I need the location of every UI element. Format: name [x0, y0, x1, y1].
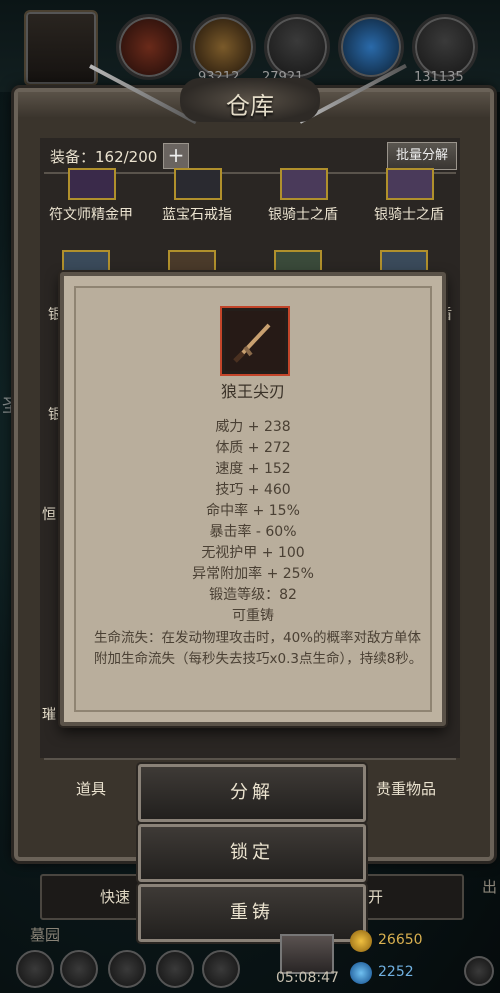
gold-amount: 26650 — [378, 932, 423, 948]
gold-coin-icon — [350, 930, 372, 952]
character-tab-icon[interactable] — [24, 10, 98, 86]
lock-button[interactable]: 锁定 — [138, 824, 366, 882]
gem-icon — [350, 962, 372, 984]
quick-label[interactable]: 快速 — [100, 886, 130, 907]
stat-line: 命中率 + 15% — [206, 503, 300, 519]
stat-line: 异常附加率 + 25% — [192, 566, 314, 582]
stat-line: 可重铸 — [232, 608, 274, 624]
shield-item-icon[interactable] — [386, 168, 434, 200]
expand-capacity-button[interactable]: + — [163, 143, 189, 169]
stat-line: 体质 + 272 — [215, 440, 291, 456]
stat-line: 技巧 + 460 — [215, 482, 291, 498]
dagger-icon — [220, 306, 290, 376]
shield-item-icon[interactable] — [280, 168, 328, 200]
item-description: 生命流失：在发动物理攻击时，40%的概率对敌方单体附加生命流失（每秒失去技巧x0… — [94, 630, 423, 667]
decompose-button[interactable]: 分解 — [138, 764, 366, 822]
tab-valuables[interactable]: 贵重物品 — [376, 778, 436, 799]
batch-decompose-button[interactable]: 批量分解 — [387, 142, 457, 170]
page-title: 仓库 — [226, 92, 274, 120]
stat-line: 无视护甲 + 100 — [201, 545, 305, 561]
cog-icon[interactable] — [60, 950, 98, 988]
divider — [44, 758, 456, 760]
clock-time: 05:08:47 — [276, 970, 339, 986]
location-label: 墓园 — [30, 926, 61, 944]
tab-items[interactable]: 道具 — [76, 778, 106, 799]
item-label: 银骑士之盾 — [268, 207, 338, 223]
armor-item-icon[interactable] — [68, 168, 116, 200]
item-label-fragment: 恒 — [42, 507, 56, 523]
stat-line: 暴击率 - 60% — [209, 524, 297, 540]
open-label[interactable]: 开 — [368, 886, 383, 907]
stat-line: 锻造等级：82 — [209, 587, 297, 603]
item-tooltip: 狼王尖刃 威力 + 238 体质 + 272 速度 + 152 技巧 + 460… — [60, 272, 446, 726]
helmet-icon[interactable] — [108, 950, 146, 988]
stat-line: 威力 + 238 — [215, 419, 291, 435]
stat-line: 速度 + 152 — [215, 461, 291, 477]
gear-icon[interactable] — [202, 950, 240, 988]
ring-item-icon[interactable] — [174, 168, 222, 200]
item-label-fragment: 璀 — [42, 707, 56, 723]
item-name: 狼王尖刃 — [220, 382, 285, 401]
item-label: 银骑士之盾 — [374, 207, 444, 223]
skill-tab-icon[interactable] — [116, 14, 182, 80]
item-label: 蓝宝石戒指 — [162, 207, 232, 223]
map-icon[interactable] — [16, 950, 54, 988]
gem-amount: 2252 — [378, 964, 414, 980]
top-number-3: 131135 — [414, 70, 464, 85]
equip-count: 装备：162/200 — [50, 148, 158, 166]
scroll-icon[interactable] — [156, 950, 194, 988]
chest-icon[interactable] — [280, 934, 334, 974]
add-icon[interactable] — [464, 956, 494, 986]
right-edge-text: 出 — [482, 878, 498, 896]
item-label: 符文师精金甲 — [49, 207, 133, 223]
